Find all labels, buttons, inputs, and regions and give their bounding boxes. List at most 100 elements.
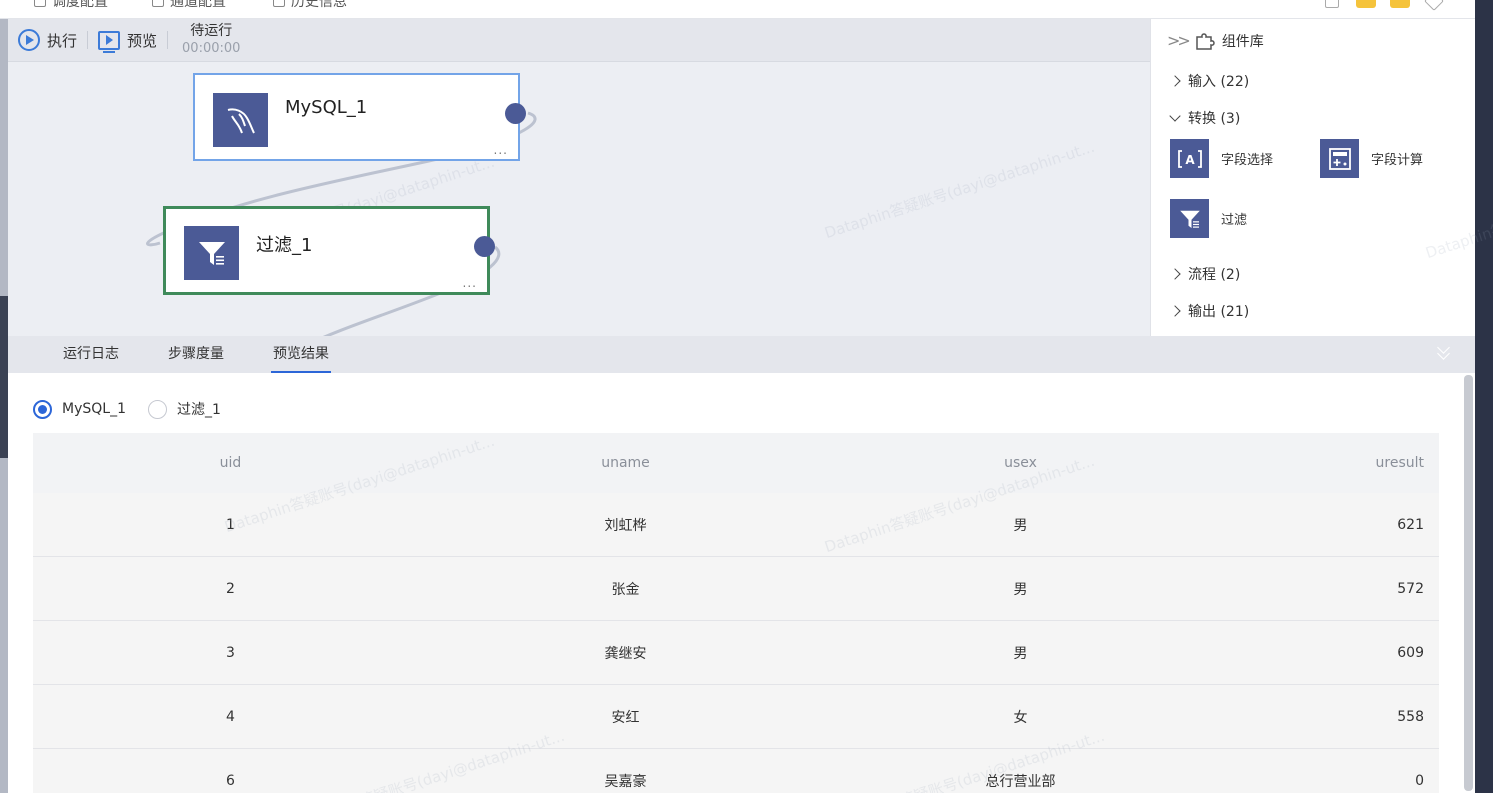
mysql-dolphin-icon <box>213 93 268 147</box>
yellow-action-button-2[interactable] <box>1390 0 1410 8</box>
component-library-header[interactable]: >> 组件库 <box>1151 19 1475 62</box>
play-circle-icon <box>18 29 40 51</box>
group-transform[interactable]: 转换 (3) <box>1151 99 1475 136</box>
node-title: MySQL_1 <box>285 97 368 118</box>
run-button[interactable]: 执行 <box>8 19 87 62</box>
table-row: 6 吴嘉豪 总行营业部 0 <box>33 749 1439 793</box>
puzzle-icon <box>1196 32 1215 50</box>
cell: 6 <box>226 772 235 789</box>
node-filter-output-port[interactable] <box>474 236 495 257</box>
transform-components: A 字段选择 字段计算 过滤 <box>1151 136 1475 255</box>
double-chevron-right-icon[interactable]: >> <box>1167 31 1191 50</box>
radio-mysql-1[interactable]: MySQL_1 <box>33 399 126 419</box>
tab-run-log[interactable]: 运行日志 <box>63 336 119 373</box>
radio-dot <box>147 399 167 419</box>
group-label: 输入 (22) <box>1188 73 1250 90</box>
tab-channel-config[interactable]: 通道配置 <box>152 0 226 11</box>
divider <box>167 31 169 49</box>
preview-results-panel: MySQL_1 过滤_1 uid uname usex uresult 1 刘虹… <box>8 373 1475 793</box>
table-row: 3 龚继安 男 609 <box>33 621 1439 685</box>
field-calc-icon <box>1320 139 1359 178</box>
chevron-down-icon <box>1169 109 1181 122</box>
preview-screen-icon <box>98 30 121 53</box>
preview-button[interactable]: 预览 <box>88 19 167 62</box>
filter-icon <box>184 226 239 280</box>
component-library-title: 组件库 <box>1221 33 1264 50</box>
node-filter[interactable]: 过滤_1 ... <box>163 206 490 295</box>
col-header[interactable]: uresult <box>1218 455 1439 471</box>
col-header[interactable]: usex <box>823 455 1218 471</box>
component-field-select[interactable]: A 字段选择 <box>1170 139 1273 178</box>
cell: 1 <box>226 516 235 533</box>
cell: 2 <box>226 580 235 597</box>
component-label: 过滤 <box>1221 213 1248 228</box>
node-more-icon[interactable]: ... <box>463 276 477 290</box>
upload-icon[interactable] <box>1325 0 1339 8</box>
radio-label: 过滤_1 <box>176 402 221 418</box>
preview-table: uid uname usex uresult 1 刘虹桦 男 621 2 张金 … <box>33 433 1439 793</box>
run-label: 执行 <box>47 31 78 50</box>
group-input[interactable]: 输入 (22) <box>1151 62 1475 99</box>
col-header[interactable]: uid <box>33 455 428 471</box>
group-label: 流程 (2) <box>1188 266 1241 283</box>
bottom-panel-tabs: 运行日志 步骤度量 预览结果 <box>8 336 1475 373</box>
chevron-down-icon[interactable] <box>1424 0 1444 11</box>
canvas-toolbar: 执行 预览 待运行 00:00:00 <box>8 19 1150 62</box>
preview-label: 预览 <box>127 31 158 50</box>
node-title: 过滤_1 <box>256 235 313 256</box>
cell: 572 <box>1397 580 1424 597</box>
cell: 621 <box>1397 516 1424 533</box>
node-more-icon[interactable]: ... <box>494 143 508 157</box>
cell: 609 <box>1397 644 1424 661</box>
chevron-right-icon <box>1169 304 1181 317</box>
yellow-action-button[interactable] <box>1356 0 1376 8</box>
component-label: 字段选择 <box>1221 153 1274 168</box>
tab-step-metrics[interactable]: 步骤度量 <box>168 336 224 373</box>
flow-canvas[interactable]: Dataphin答疑账号(dayi@dataphin-ut... Dataphi… <box>8 19 1150 336</box>
channel-icon <box>152 0 164 7</box>
col-header[interactable]: uname <box>428 455 823 471</box>
tab-label: 通道配置 <box>170 0 226 10</box>
group-output[interactable]: 输出 (21) <box>1151 292 1475 329</box>
radio-filter-1[interactable]: 过滤_1 <box>147 399 221 419</box>
status-label: 待运行 <box>190 23 233 39</box>
tab-preview-results[interactable]: 预览结果 <box>271 336 331 373</box>
component-label: 字段计算 <box>1371 153 1424 168</box>
cell: 4 <box>226 708 235 725</box>
right-sidebar-edge <box>1475 0 1493 793</box>
field-select-icon: A <box>1170 139 1209 178</box>
cell: 男 <box>1013 517 1028 534</box>
node-mysql[interactable]: MySQL_1 ... <box>193 73 520 161</box>
radio-label: MySQL_1 <box>62 401 126 417</box>
cell: 安红 <box>611 709 640 726</box>
chevron-right-icon <box>1169 267 1181 280</box>
collapse-double-chevron-icon[interactable] <box>1437 341 1451 362</box>
component-filter[interactable]: 过滤 <box>1170 199 1247 238</box>
component-library-panel: Dataphin答疑账号(dayi@dataphin-ut... >> 组件库 … <box>1150 19 1493 336</box>
tab-schedule-config[interactable]: 调度配置 <box>34 0 108 11</box>
svg-text:A: A <box>1185 153 1195 167</box>
cell: 张金 <box>611 581 640 598</box>
cell: 男 <box>1013 581 1028 598</box>
tab-history[interactable]: 历史信息 <box>273 0 347 11</box>
node-mysql-output-port[interactable] <box>505 103 526 124</box>
group-flow[interactable]: 流程 (2) <box>1151 255 1475 292</box>
table-row: 1 刘虹桦 男 621 <box>33 493 1439 557</box>
top-tab-strip: 调度配置 通道配置 历史信息 <box>0 0 1475 19</box>
run-status: 待运行 00:00:00 <box>182 23 240 57</box>
group-label: 转换 (3) <box>1188 110 1241 127</box>
vertical-scrollbar[interactable] <box>1464 375 1473 791</box>
cell: 女 <box>1013 709 1028 726</box>
group-label: 输出 (21) <box>1188 303 1250 320</box>
table-row: 4 安红 女 558 <box>33 685 1439 749</box>
cell: 吴嘉豪 <box>604 773 647 790</box>
filter-icon <box>1170 199 1209 238</box>
table-row: 2 张金 男 572 <box>33 557 1439 621</box>
cell: 3 <box>226 644 235 661</box>
cell: 总行营业部 <box>985 773 1056 790</box>
table-header: uid uname usex uresult <box>33 433 1439 493</box>
status-timer: 00:00:00 <box>182 41 241 56</box>
chevron-right-icon <box>1169 74 1181 87</box>
tab-label: 调度配置 <box>52 0 108 10</box>
component-field-calc[interactable]: 字段计算 <box>1320 139 1423 178</box>
